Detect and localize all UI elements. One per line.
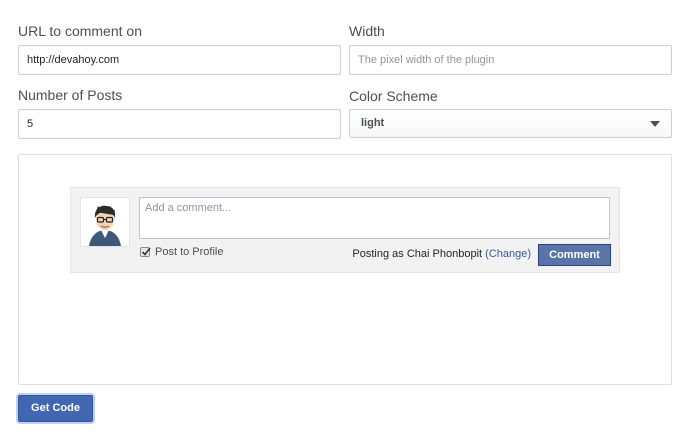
comments-plugin-configurator: URL to comment on http://devahoy.com Wid… <box>0 0 691 441</box>
posting-as-user: Posting as Chai Phonbopit <box>352 248 483 260</box>
num-posts-input[interactable]: 5 <box>18 109 341 139</box>
posting-as-text: Posting as Chai Phonbopit (Change) <box>352 248 531 260</box>
plugin-preview: Add a comment... Post to Profile Posting… <box>18 154 672 385</box>
width-label: Width <box>349 23 385 39</box>
post-to-profile-label: Post to Profile <box>155 246 224 258</box>
num-posts-label: Number of Posts <box>18 87 123 103</box>
comment-input[interactable]: Add a comment... <box>139 197 610 239</box>
url-input[interactable]: http://devahoy.com <box>18 45 341 75</box>
color-scheme-value: light <box>361 117 385 129</box>
width-input[interactable]: The pixel width of the plugin <box>349 45 672 75</box>
comment-box: Add a comment... Post to Profile Posting… <box>70 187 620 273</box>
post-to-profile-checkbox[interactable] <box>140 247 151 257</box>
get-code-button[interactable]: Get Code <box>18 395 93 422</box>
comment-button[interactable]: Comment <box>538 244 611 266</box>
color-scheme-label: Color Scheme <box>349 88 438 104</box>
post-to-profile-toggle[interactable]: Post to Profile <box>140 246 223 258</box>
chevron-down-icon <box>650 121 660 127</box>
change-account-link[interactable]: (Change) <box>485 248 531 260</box>
user-avatar-icon <box>80 197 130 247</box>
color-scheme-select[interactable]: light <box>349 109 672 138</box>
url-label: URL to comment on <box>18 23 142 39</box>
